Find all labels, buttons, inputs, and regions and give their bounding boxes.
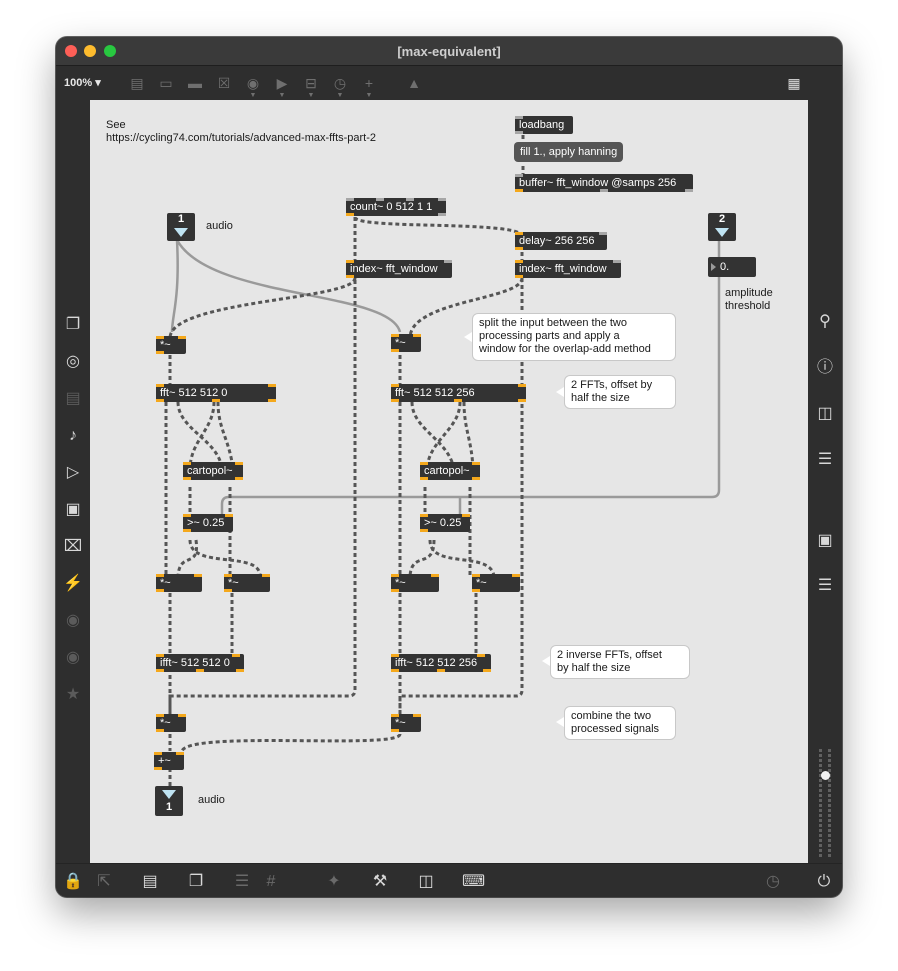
- fft-left-object[interactable]: fft~ 512 512 0: [156, 384, 276, 402]
- tutorial-link-comment: See https://cycling74.com/tutorials/adva…: [106, 119, 377, 144]
- volume-meter[interactable]: [818, 749, 832, 859]
- fft-right-object[interactable]: fft~ 512 512 256: [391, 384, 526, 402]
- ifft-left-object[interactable]: ifft~ 512 512 0: [156, 654, 244, 672]
- mul-output-left[interactable]: *~: [156, 714, 186, 732]
- image-icon[interactable]: ▣: [63, 500, 83, 520]
- presentation-icon[interactable]: ▤: [129, 75, 145, 91]
- plus-object[interactable]: +~: [154, 752, 184, 770]
- dial-icon[interactable]: ◷: [332, 75, 348, 91]
- toolbar: 100% ▾ ▤ ▭ ▬ ☒ ◉ ▼ ▶ ▼ ⊟ ▼ ◷ ▼ + ▼ ▲ ▦: [56, 66, 842, 100]
- star-icon[interactable]: ★: [63, 685, 83, 705]
- video-icon[interactable]: ▤: [63, 389, 83, 409]
- audio-inlet-label: audio: [206, 220, 233, 232]
- mixer-icon[interactable]: ☰: [815, 576, 835, 596]
- wrench-icon[interactable]: ⚒: [370, 872, 390, 892]
- audio-inlet-1[interactable]: 1: [167, 213, 195, 241]
- dial-menu-arrow[interactable]: ▼: [336, 92, 344, 99]
- list-icon[interactable]: ☰: [815, 450, 835, 470]
- presentation-icon[interactable]: ▤: [140, 872, 160, 892]
- mul-input-right[interactable]: *~: [391, 334, 421, 352]
- combine-comment: combine the two processed signals: [564, 706, 676, 740]
- inlet-arrow-icon: [174, 228, 188, 237]
- window-title: [max-equivalent]: [397, 44, 501, 59]
- fft-comment: 2 FFTs, offset by half the size: [564, 375, 676, 409]
- threshold-inlet-2[interactable]: 2: [708, 213, 736, 241]
- plug-icon[interactable]: ⚡: [63, 574, 83, 594]
- power-icon[interactable]: ⏻: [814, 872, 834, 892]
- cartopol-right-object[interactable]: cartopol~: [420, 462, 480, 480]
- button-icon[interactable]: ◉: [245, 75, 261, 91]
- threshold-number-box[interactable]: 0.: [708, 257, 756, 277]
- camera-icon[interactable]: ▣: [815, 531, 835, 551]
- mul-output-right[interactable]: *~: [391, 714, 421, 732]
- threshold-left-object[interactable]: >~ 0.25: [183, 514, 233, 532]
- cord-inlet1-to-mul-left: [170, 239, 179, 333]
- slider-icon[interactable]: ⊟: [303, 75, 319, 91]
- bottom-toolbar: 🔒 ⇱ ▤ ❐ ☰ # ✦ ⚒ ◫ ⌨ ◷ ⏻: [56, 863, 842, 897]
- audio-outlet-1[interactable]: 1: [155, 786, 183, 816]
- threshold-right-object[interactable]: >~ 0.25: [420, 514, 470, 532]
- paint-bucket-icon[interactable]: ▲: [406, 75, 422, 91]
- search-icon[interactable]: ⚲: [815, 312, 835, 332]
- mul-imag-left[interactable]: *~: [224, 574, 270, 592]
- mul-real-left[interactable]: *~: [156, 574, 202, 592]
- mul-input-left[interactable]: *~: [156, 336, 186, 354]
- pin-icon[interactable]: ✦: [324, 872, 344, 892]
- toggle-icon[interactable]: ☒: [216, 75, 232, 91]
- keyboard-icon[interactable]: ⌨: [462, 872, 485, 892]
- clock-icon[interactable]: ◷: [763, 872, 783, 892]
- title-bar[interactable]: [max-equivalent]: [56, 37, 842, 66]
- plus-icon[interactable]: +: [361, 75, 377, 91]
- audio-outlet-label: audio: [198, 794, 225, 806]
- loadbang-object[interactable]: loadbang: [515, 116, 573, 134]
- mul-imag-right[interactable]: *~: [472, 574, 520, 592]
- mul-real-right[interactable]: *~: [391, 574, 439, 592]
- align-icon[interactable]: ☰: [232, 872, 252, 892]
- book-icon[interactable]: ◫: [815, 404, 835, 424]
- lock-icon[interactable]: 🔒: [63, 872, 83, 892]
- split-comment: split the input between the two processi…: [472, 313, 676, 361]
- number-icon[interactable]: ▶: [274, 75, 290, 91]
- left-sidebar: ❐ ◎ ▤ ♪ ▷ ▣ ⌧ ⚡ ◉ ◉ ★: [56, 100, 90, 863]
- grid-icon[interactable]: #: [261, 872, 281, 892]
- cord-inlet1-to-mul-right: [175, 239, 402, 333]
- volume-knob[interactable]: [821, 771, 830, 780]
- inlet-arrow-icon: [715, 228, 729, 237]
- button-menu-arrow[interactable]: ▼: [249, 92, 257, 99]
- bpatcher-icon[interactable]: ◉: [63, 648, 83, 668]
- music-note-icon[interactable]: ♪: [63, 426, 83, 446]
- slider-menu-arrow[interactable]: ▼: [307, 92, 315, 99]
- plus-menu-arrow[interactable]: ▼: [365, 92, 373, 99]
- buffer-object[interactable]: buffer~ fft_window @samps 256: [515, 174, 693, 192]
- comment-icon[interactable]: ▭: [158, 75, 174, 91]
- vst-icon[interactable]: ◉: [63, 611, 83, 631]
- threshold-label: amplitude threshold: [725, 287, 773, 312]
- ifft-comment: 2 inverse FFTs, offset by half the size: [550, 645, 690, 679]
- packages-icon[interactable]: ❐: [63, 315, 83, 335]
- delay-object[interactable]: delay~ 256 256: [515, 232, 607, 250]
- number-menu-arrow[interactable]: ▼: [278, 92, 286, 99]
- edit-icon[interactable]: ⇱: [94, 872, 114, 892]
- paperclip-icon[interactable]: ⌧: [63, 537, 83, 557]
- fill-message[interactable]: fill 1., apply hanning: [514, 142, 624, 162]
- overlap-icon[interactable]: ❐: [186, 872, 206, 892]
- grid-icon[interactable]: ▦: [786, 75, 802, 91]
- cartopol-left-object[interactable]: cartopol~: [183, 462, 243, 480]
- number-triangle-icon: [711, 263, 716, 271]
- index-object-left[interactable]: index~ fft_window: [346, 260, 452, 278]
- patch-cords: [164, 135, 721, 786]
- info-icon[interactable]: ⓘ: [815, 358, 835, 378]
- patcher-canvas[interactable]: See https://cycling74.com/tutorials/adva…: [90, 100, 808, 863]
- zoom-menu[interactable]: 100% ▾: [64, 76, 101, 89]
- index-object-right[interactable]: index~ fft_window: [515, 260, 621, 278]
- piano-icon[interactable]: ◫: [416, 872, 436, 892]
- max-window: [max-equivalent] 100% ▾ ▤ ▭ ▬ ☒ ◉ ▼ ▶ ▼ …: [56, 37, 842, 897]
- count-object[interactable]: count~ 0 512 1 1: [346, 198, 446, 216]
- media-icon[interactable]: ▷: [63, 463, 83, 483]
- ifft-right-object[interactable]: ifft~ 512 512 256: [391, 654, 491, 672]
- outlet-arrow-icon: [162, 790, 176, 799]
- target-icon[interactable]: ◎: [63, 352, 83, 372]
- message-icon[interactable]: ▬: [187, 75, 203, 91]
